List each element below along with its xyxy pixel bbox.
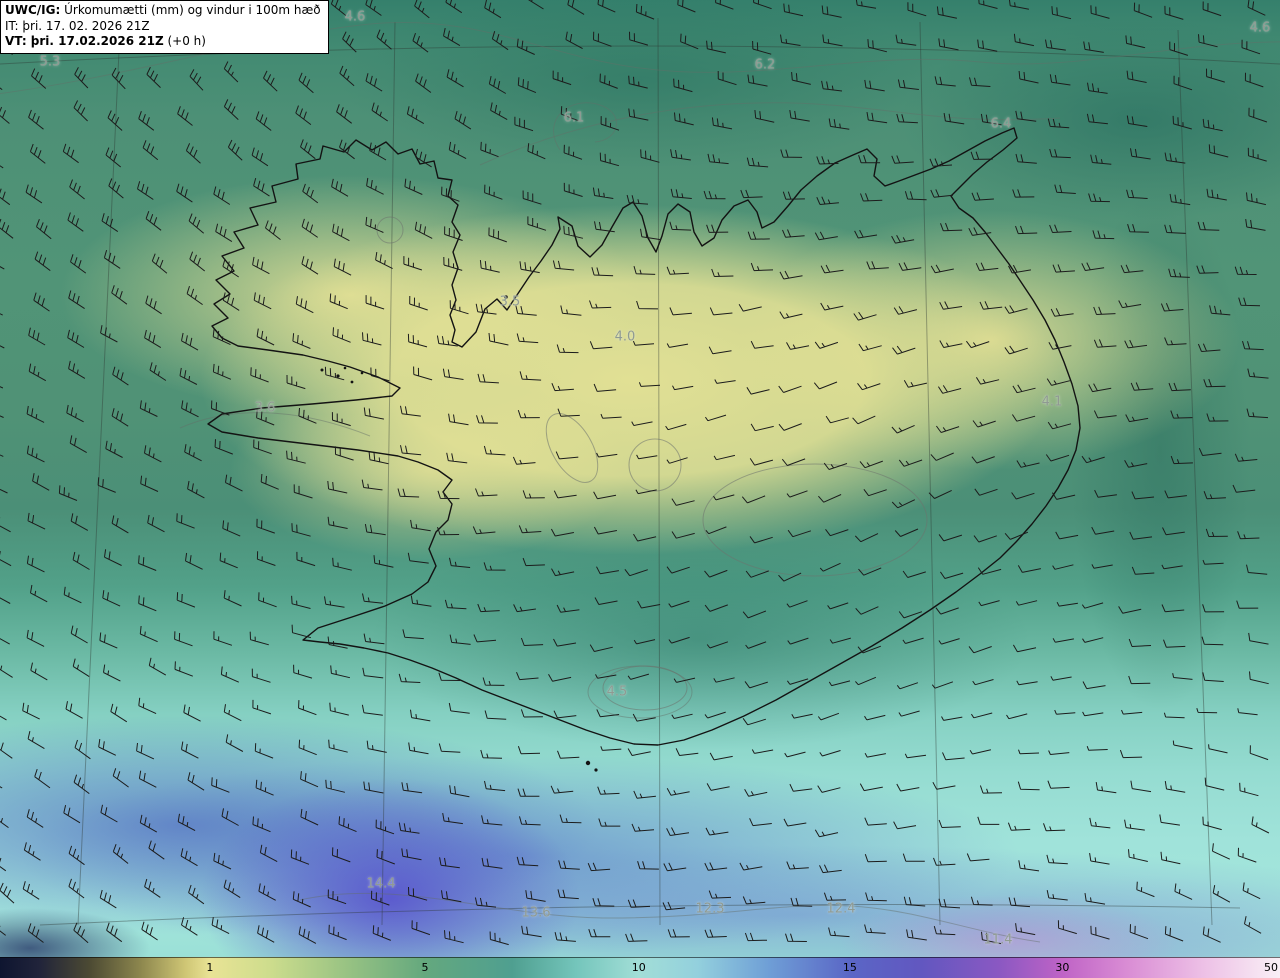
glacier-myrdalsjokull (603, 666, 687, 710)
island-dot (350, 380, 354, 384)
graticule-meridian (658, 18, 660, 925)
island-dot (585, 760, 591, 766)
colorbar-tick: 30 (1055, 961, 1070, 975)
island-dot (343, 366, 347, 370)
graticule-meridian (382, 22, 395, 925)
colorbar-tick: 10 (631, 961, 646, 975)
island-dot (336, 374, 340, 378)
colorbar: 1 5 10 15 30 50 (0, 957, 1280, 978)
colorbar-tick: 15 (842, 961, 857, 975)
island-dot (504, 295, 508, 299)
precip-contour (480, 103, 1060, 165)
weather-map: 4.6 5.3 6.2 6.1 6.4 4.6 3.6 3.5 4.0 4.1 4.5 14.4 13.… (0, 0, 1280, 978)
wind-barbs (0, 0, 1269, 945)
island-dot (360, 371, 364, 375)
colorbar-tick: 1 (206, 961, 214, 975)
glacier-hofsjokull (629, 439, 681, 491)
graticule-parallel (40, 904, 1240, 925)
model-id: UWC/IG: (5, 3, 61, 17)
island-dot (594, 768, 598, 772)
graticule-meridian (1178, 30, 1212, 925)
info-line-init: IT: þri. 17. 02. 2026 21Z (5, 19, 321, 35)
islands (320, 295, 598, 772)
map-title: Úrkomumætti (mm) og vindur i 100m hæð (60, 3, 321, 17)
island-dot (320, 368, 324, 372)
iceland-coastline (208, 128, 1080, 745)
map-overlay (0, 0, 1280, 978)
glacier-contours (377, 217, 927, 710)
glacier-drangajokull (377, 217, 403, 243)
wind-barbs-layer (0, 0, 1269, 945)
init-time: IT: þri. 17. 02. 2026 21Z (5, 18, 150, 33)
info-line-title: UWC/IG: Úrkomumætti (mm) og vindur i 100… (5, 3, 321, 19)
glacier-langjokull (536, 405, 609, 491)
graticule-lines (0, 18, 1280, 925)
info-box: UWC/IG: Úrkomumætti (mm) og vindur i 100… (0, 0, 329, 54)
precip-contour-lines (0, 22, 1280, 942)
forecast-offset: (+0 h) (163, 34, 206, 49)
glacier-vatnajokull (703, 464, 927, 576)
colorbar-tick: 5 (421, 961, 429, 975)
colorbar-tick: 50 (1264, 961, 1279, 975)
valid-time: VT: þri. 17.02.2026 21Z (5, 34, 164, 49)
info-line-valid: VT: þri. 17.02.2026 21Z (+0 h) (5, 34, 321, 50)
